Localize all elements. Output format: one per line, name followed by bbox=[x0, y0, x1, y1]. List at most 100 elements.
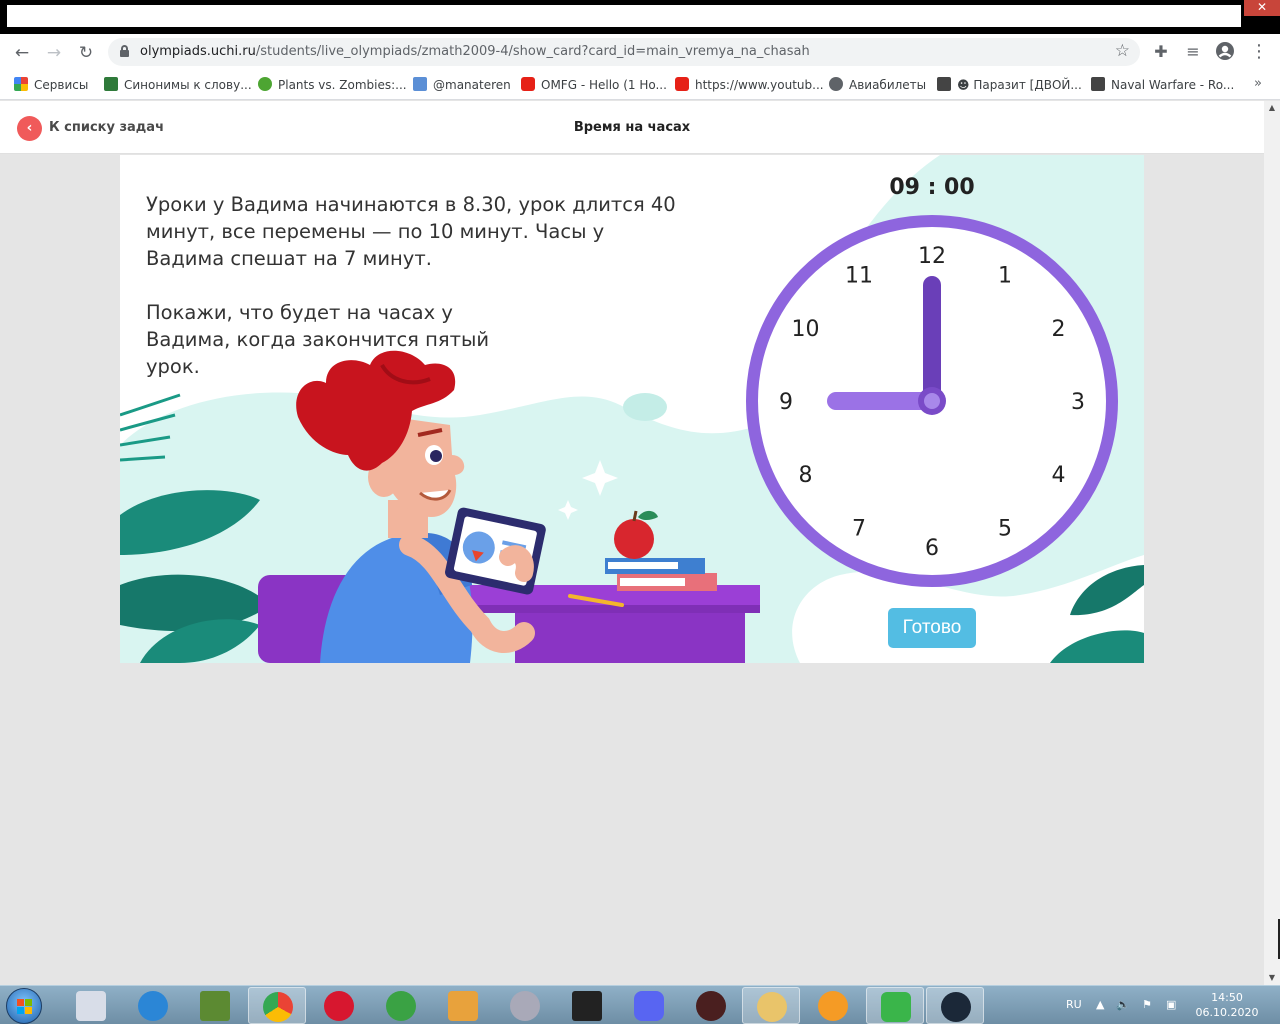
taskbar-paint-app[interactable] bbox=[742, 987, 800, 1024]
leaf-icon bbox=[258, 77, 272, 91]
windows-logo-icon bbox=[17, 999, 33, 1015]
tray-expand-icon[interactable]: ▲ bbox=[1096, 986, 1104, 1024]
url-text[interactable]: olympiads.uchi.ru/students/live_olympiad… bbox=[140, 44, 810, 59]
bookmark-parazit[interactable]: ☻ Паразит [ДВОЙ... bbox=[937, 76, 1082, 94]
bookmark-label: Plants vs. Zombies:... bbox=[278, 78, 407, 92]
reload-icon[interactable]: ↻ bbox=[75, 42, 97, 64]
clock-number-8: 8 bbox=[799, 463, 813, 488]
window-title-box bbox=[6, 4, 1242, 28]
address-bar[interactable]: olympiads.uchi.ru/students/live_olympiad… bbox=[108, 38, 1140, 66]
taskbar-utorrent-app[interactable] bbox=[372, 987, 430, 1024]
browser-menu-icon[interactable]: ⋮ bbox=[1248, 41, 1270, 63]
analog-clock[interactable]: 121234567891011 bbox=[746, 215, 1118, 587]
bookmark-label: Naval Warfare - Ro... bbox=[1111, 78, 1235, 92]
roblox-icon bbox=[937, 77, 951, 91]
taskbar-security-app[interactable] bbox=[866, 987, 924, 1024]
utorrent-icon bbox=[386, 991, 416, 1021]
bookmark-label: ☻ Паразит [ДВОЙ... bbox=[957, 78, 1082, 92]
bookmark-aviabilety[interactable]: Авиабилеты bbox=[829, 76, 926, 94]
url-host: olympiads.uchi.ru bbox=[140, 44, 256, 59]
taskbar-discord-app[interactable] bbox=[620, 987, 678, 1024]
clock-number-4: 4 bbox=[1051, 463, 1065, 488]
task-header: ‹ К списку задач Время на часах bbox=[0, 101, 1264, 154]
bookmark-naval-warfare[interactable]: Naval Warfare - Ro... bbox=[1091, 76, 1234, 94]
page-scrollbar[interactable]: ▲ ▼ bbox=[1264, 101, 1280, 985]
chrome-icon bbox=[263, 992, 293, 1022]
start-button[interactable] bbox=[6, 988, 42, 1024]
bookmark-youtube[interactable]: https://www.youtub... bbox=[675, 76, 824, 94]
taskbar-scratch-app[interactable] bbox=[804, 987, 862, 1024]
taskbar-steam-app[interactable] bbox=[926, 987, 984, 1024]
discord-icon bbox=[634, 991, 664, 1021]
game-icon bbox=[696, 991, 726, 1021]
clock-number-2: 2 bbox=[1051, 317, 1065, 342]
taskbar-media-player-app[interactable] bbox=[434, 987, 492, 1024]
bookmark-label: Сервисы bbox=[34, 78, 89, 92]
media-control-icon[interactable]: ≡ bbox=[1182, 41, 1204, 63]
task-description: Уроки у Вадима начинаются в 8.30, урок д… bbox=[146, 191, 676, 407]
language-indicator[interactable]: RU bbox=[1066, 986, 1082, 1024]
internet-explorer-icon bbox=[138, 991, 168, 1021]
browser-toolbar: ← → ↻ olympiads.uchi.ru/students/live_ol… bbox=[0, 34, 1280, 70]
clock-number-1: 1 bbox=[998, 264, 1012, 289]
window-close-button[interactable]: ✕ bbox=[1244, 0, 1280, 16]
task-paragraph-2: Покажи, что будет на часах у Вадима, ког… bbox=[146, 301, 490, 378]
clock-number-7: 7 bbox=[852, 516, 866, 541]
scroll-down-arrow-icon[interactable]: ▼ bbox=[1264, 971, 1280, 985]
bookmark-plants-vs-zombies[interactable]: Plants vs. Zombies:... bbox=[258, 76, 407, 94]
clock-number-11: 11 bbox=[845, 264, 873, 289]
opera-icon bbox=[324, 991, 354, 1021]
media-player-icon bbox=[448, 991, 478, 1021]
task-paragraph-1: Уроки у Вадима начинаются в 8.30, урок д… bbox=[146, 193, 676, 270]
volume-icon[interactable]: 🔈 bbox=[1116, 986, 1130, 1024]
bookmark-synonyms[interactable]: Синонимы к слову... bbox=[104, 76, 252, 94]
bookmark-label: @manateren bbox=[433, 78, 511, 92]
clock-number-9: 9 bbox=[779, 390, 793, 415]
taskbar-keyboard-app[interactable] bbox=[62, 987, 120, 1024]
scroll-up-arrow-icon[interactable]: ▲ bbox=[1264, 101, 1280, 115]
bookmarks-overflow-button[interactable]: » bbox=[1254, 76, 1262, 91]
clock-number-3: 3 bbox=[1071, 390, 1085, 415]
taskbar-dvd-app[interactable] bbox=[496, 987, 554, 1024]
steam-icon bbox=[941, 992, 971, 1022]
taskbar-clock[interactable]: 14:50 06.10.2020 bbox=[1192, 990, 1262, 1020]
lock-icon bbox=[120, 45, 129, 57]
taskbar-tools-app[interactable] bbox=[558, 987, 616, 1024]
taskbar-date: 06.10.2020 bbox=[1195, 1006, 1259, 1019]
minecraft-icon bbox=[200, 991, 230, 1021]
taskbar-time: 14:50 bbox=[1211, 991, 1243, 1004]
taskbar-ie-app[interactable] bbox=[124, 987, 182, 1024]
apps-grid-icon bbox=[14, 77, 28, 91]
taskbar-minecraft-app[interactable] bbox=[186, 987, 244, 1024]
bookmark-apps[interactable]: Сервисы bbox=[14, 76, 88, 94]
bookmark-label: OMFG - Hello (1 Ho... bbox=[541, 78, 667, 92]
bookmark-label: Синонимы к слову... bbox=[124, 78, 252, 92]
youtube-icon bbox=[675, 77, 689, 91]
bookmarks-bar: Сервисы Синонимы к слову... Plants vs. Z… bbox=[0, 70, 1280, 100]
taskbar-chrome-app[interactable] bbox=[248, 987, 306, 1024]
page-title: Время на часах bbox=[573, 120, 691, 135]
clock-number-10: 10 bbox=[792, 317, 820, 342]
back-arrow-icon[interactable]: ← bbox=[11, 42, 33, 64]
digital-time-display: 09 : 00 bbox=[889, 175, 975, 200]
scratch-cat-icon bbox=[818, 991, 848, 1021]
extensions-puzzle-icon[interactable]: ✚ bbox=[1150, 41, 1172, 63]
taskbar-game-app[interactable] bbox=[682, 987, 740, 1024]
forward-arrow-icon[interactable]: → bbox=[43, 42, 65, 64]
url-path: /students/live_olympiads/zmath2009-4/sho… bbox=[255, 44, 810, 59]
profile-avatar-icon[interactable] bbox=[1214, 41, 1236, 63]
bookmark-omfg[interactable]: OMFG - Hello (1 Ho... bbox=[521, 76, 667, 94]
network-icon[interactable]: ▣ bbox=[1166, 986, 1176, 1024]
bookmark-star-icon[interactable]: ☆ bbox=[1115, 41, 1130, 61]
checkmark-shield-icon bbox=[881, 992, 911, 1022]
clock-center-inner bbox=[924, 393, 940, 409]
bookmark-manateren[interactable]: @manateren bbox=[413, 76, 511, 94]
taskbar-opera-app[interactable] bbox=[310, 987, 368, 1024]
tools-icon bbox=[572, 991, 602, 1021]
flag-icon[interactable]: ⚑ bbox=[1142, 986, 1152, 1024]
done-button[interactable]: Готово bbox=[888, 608, 976, 648]
window-titlebar: ✕ bbox=[0, 0, 1280, 34]
windows-taskbar: RU ▲ 🔈 ⚑ ▣ 14:50 06.10.2020 bbox=[0, 985, 1280, 1024]
paint-palette-icon bbox=[757, 992, 787, 1022]
book-icon bbox=[104, 77, 118, 91]
